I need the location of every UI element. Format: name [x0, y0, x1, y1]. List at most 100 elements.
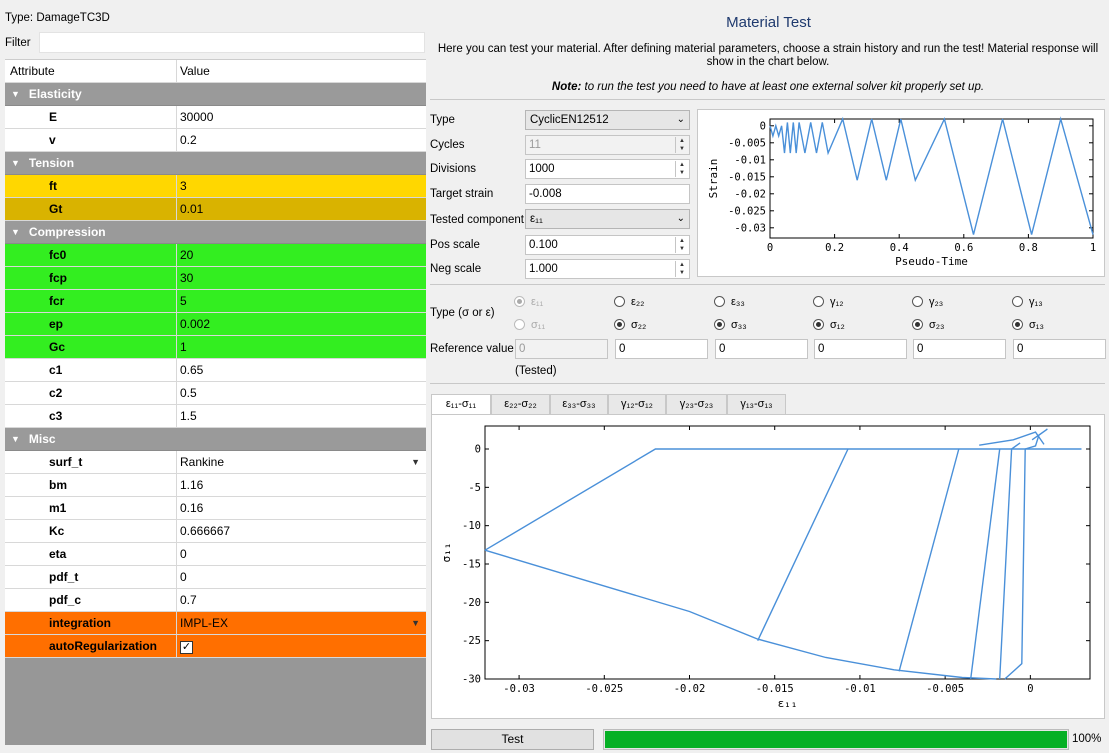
radio-button[interactable]: [912, 296, 923, 308]
attribute-row-ep[interactable]: ep 0.002: [5, 313, 426, 336]
attribute-value-cell[interactable]: 0: [177, 543, 426, 565]
group-header-tension[interactable]: ▼ Tension: [5, 152, 426, 175]
radio-eps-3[interactable]: γ₁₂: [813, 294, 843, 308]
attribute-value[interactable]: 0.01: [180, 202, 203, 216]
attribute-value[interactable]: 1: [180, 340, 187, 354]
collapse-triangle-icon[interactable]: ▼: [11, 221, 20, 243]
attribute-value-cell[interactable]: Rankine ▼: [177, 451, 426, 473]
attribute-row-pdf_t[interactable]: pdf_t 0: [5, 566, 426, 589]
attribute-row-c2[interactable]: c2 0.5: [5, 382, 426, 405]
attribute-row-fcp[interactable]: fcp 30: [5, 267, 426, 290]
spin-arrows-icon[interactable]: ▲ ▼: [675, 161, 688, 177]
tab-3[interactable]: γ₁₂-σ₁₂: [608, 394, 666, 414]
divisions-field[interactable]: 1000 ▲ ▼: [525, 159, 690, 179]
attribute-row-c1[interactable]: c1 0.65: [5, 359, 426, 382]
attribute-row-Gt[interactable]: Gt 0.01: [5, 198, 426, 221]
attribute-value[interactable]: 0.5: [180, 386, 197, 400]
attribute-value[interactable]: 30: [180, 271, 193, 285]
checkbox[interactable]: ✓: [180, 641, 193, 654]
attribute-row-fcr[interactable]: fcr 5: [5, 290, 426, 313]
collapse-triangle-icon[interactable]: ▼: [11, 152, 20, 174]
attribute-value-cell[interactable]: IMPL-EX ▼: [177, 612, 426, 634]
filter-input[interactable]: [39, 32, 425, 53]
collapse-triangle-icon[interactable]: ▼: [11, 83, 20, 105]
radio-eps-4[interactable]: γ₂₃: [912, 294, 943, 308]
dropdown-arrow-icon[interactable]: ▼: [411, 451, 420, 473]
attribute-value[interactable]: 0.7: [180, 593, 197, 607]
attribute-value-cell[interactable]: 0.2: [177, 129, 426, 151]
attribute-value-cell[interactable]: 0: [177, 566, 426, 588]
attribute-value[interactable]: 1.5: [180, 409, 197, 423]
collapse-triangle-icon[interactable]: ▼: [11, 428, 20, 450]
attribute-value-cell[interactable]: ✓: [177, 635, 426, 657]
column-header-attribute[interactable]: Attribute: [5, 60, 177, 82]
attribute-value-cell[interactable]: 3: [177, 175, 426, 197]
attribute-value-cell[interactable]: 0.16: [177, 497, 426, 519]
reference-value-field-5[interactable]: 0: [1013, 339, 1106, 359]
radio-sig-5[interactable]: σ₁₃: [1012, 317, 1044, 331]
radio-button[interactable]: [614, 296, 625, 308]
radio-button[interactable]: [813, 296, 824, 308]
attribute-value[interactable]: 3: [180, 179, 187, 193]
reference-value-field-1[interactable]: 0: [615, 339, 708, 359]
attribute-value[interactable]: 30000: [180, 110, 213, 124]
radio-sig-1[interactable]: σ₂₂: [614, 317, 646, 331]
attribute-value-cell[interactable]: 0.65: [177, 359, 426, 381]
group-header-compression[interactable]: ▼ Compression: [5, 221, 426, 244]
attribute-row-surf_t[interactable]: surf_t Rankine ▼: [5, 451, 426, 474]
attribute-value[interactable]: IMPL-EX: [180, 616, 228, 630]
attribute-value-cell[interactable]: 0.7: [177, 589, 426, 611]
attribute-value-cell[interactable]: 0.666667: [177, 520, 426, 542]
radio-sig-4[interactable]: σ₂₃: [912, 317, 945, 331]
attribute-row-pdf_c[interactable]: pdf_c 0.7: [5, 589, 426, 612]
attribute-value[interactable]: 0: [180, 547, 187, 561]
spin-arrows-icon[interactable]: ▲ ▼: [675, 261, 688, 277]
attribute-value-cell[interactable]: 0.5: [177, 382, 426, 404]
attribute-value[interactable]: 0: [180, 570, 187, 584]
group-header-elasticity[interactable]: ▼ Elasticity: [5, 83, 426, 106]
attribute-row-Gc[interactable]: Gc 1: [5, 336, 426, 359]
attribute-value-cell[interactable]: 1: [177, 336, 426, 358]
radio-button[interactable]: [813, 319, 824, 331]
radio-button[interactable]: [912, 319, 923, 331]
reference-value-field-2[interactable]: 0: [715, 339, 808, 359]
neg-scale-field[interactable]: 1.000 ▲ ▼: [525, 259, 690, 279]
attribute-value[interactable]: 0.65: [180, 363, 203, 377]
target-strain-field[interactable]: -0.008: [525, 184, 690, 204]
attribute-row-c3[interactable]: c3 1.5: [5, 405, 426, 428]
attribute-row-Kc[interactable]: Kc 0.666667: [5, 520, 426, 543]
attribute-row-E[interactable]: E 30000: [5, 106, 426, 129]
attribute-row-m1[interactable]: m1 0.16: [5, 497, 426, 520]
attribute-value-cell[interactable]: 20: [177, 244, 426, 266]
tab-2[interactable]: ε₃₃-σ₃₃: [550, 394, 608, 414]
attribute-value-cell[interactable]: 1.5: [177, 405, 426, 427]
tab-4[interactable]: γ₂₃-σ₂₃: [666, 394, 727, 414]
attribute-value[interactable]: 1.16: [180, 478, 203, 492]
dropdown-arrow-icon[interactable]: ▼: [411, 612, 420, 634]
attribute-value-cell[interactable]: 0.002: [177, 313, 426, 335]
radio-eps-2[interactable]: ε₃₃: [714, 294, 745, 308]
attribute-value-cell[interactable]: 5: [177, 290, 426, 312]
pos-scale-field[interactable]: 0.100 ▲ ▼: [525, 235, 690, 255]
radio-button[interactable]: [714, 319, 725, 331]
radio-eps-1[interactable]: ε₂₂: [614, 294, 644, 308]
test-button[interactable]: Test: [431, 729, 594, 750]
attribute-value-cell[interactable]: 1.16: [177, 474, 426, 496]
attribute-value[interactable]: 0.666667: [180, 524, 230, 538]
type-combo[interactable]: CyclicEN12512 ⌄: [525, 110, 690, 130]
attribute-row-bm[interactable]: bm 1.16: [5, 474, 426, 497]
tested-component-combo[interactable]: ε₁₁ ⌄: [525, 209, 690, 229]
attribute-value-cell[interactable]: 0.01: [177, 198, 426, 220]
attribute-row-autoRegularization[interactable]: autoRegularization ✓: [5, 635, 426, 658]
reference-value-field-4[interactable]: 0: [913, 339, 1006, 359]
attribute-value[interactable]: Rankine: [180, 455, 224, 469]
tab-0[interactable]: ε₁₁-σ₁₁: [431, 394, 491, 415]
attribute-row-ft[interactable]: ft 3: [5, 175, 426, 198]
attribute-value[interactable]: 0.2: [180, 133, 197, 147]
attribute-value-cell[interactable]: 30: [177, 267, 426, 289]
radio-button[interactable]: [614, 319, 625, 331]
attribute-value[interactable]: 0.16: [180, 501, 203, 515]
reference-value-field-3[interactable]: 0: [814, 339, 907, 359]
tab-1[interactable]: ε₂₂-σ₂₂: [491, 394, 550, 414]
group-header-misc[interactable]: ▼ Misc: [5, 428, 426, 451]
